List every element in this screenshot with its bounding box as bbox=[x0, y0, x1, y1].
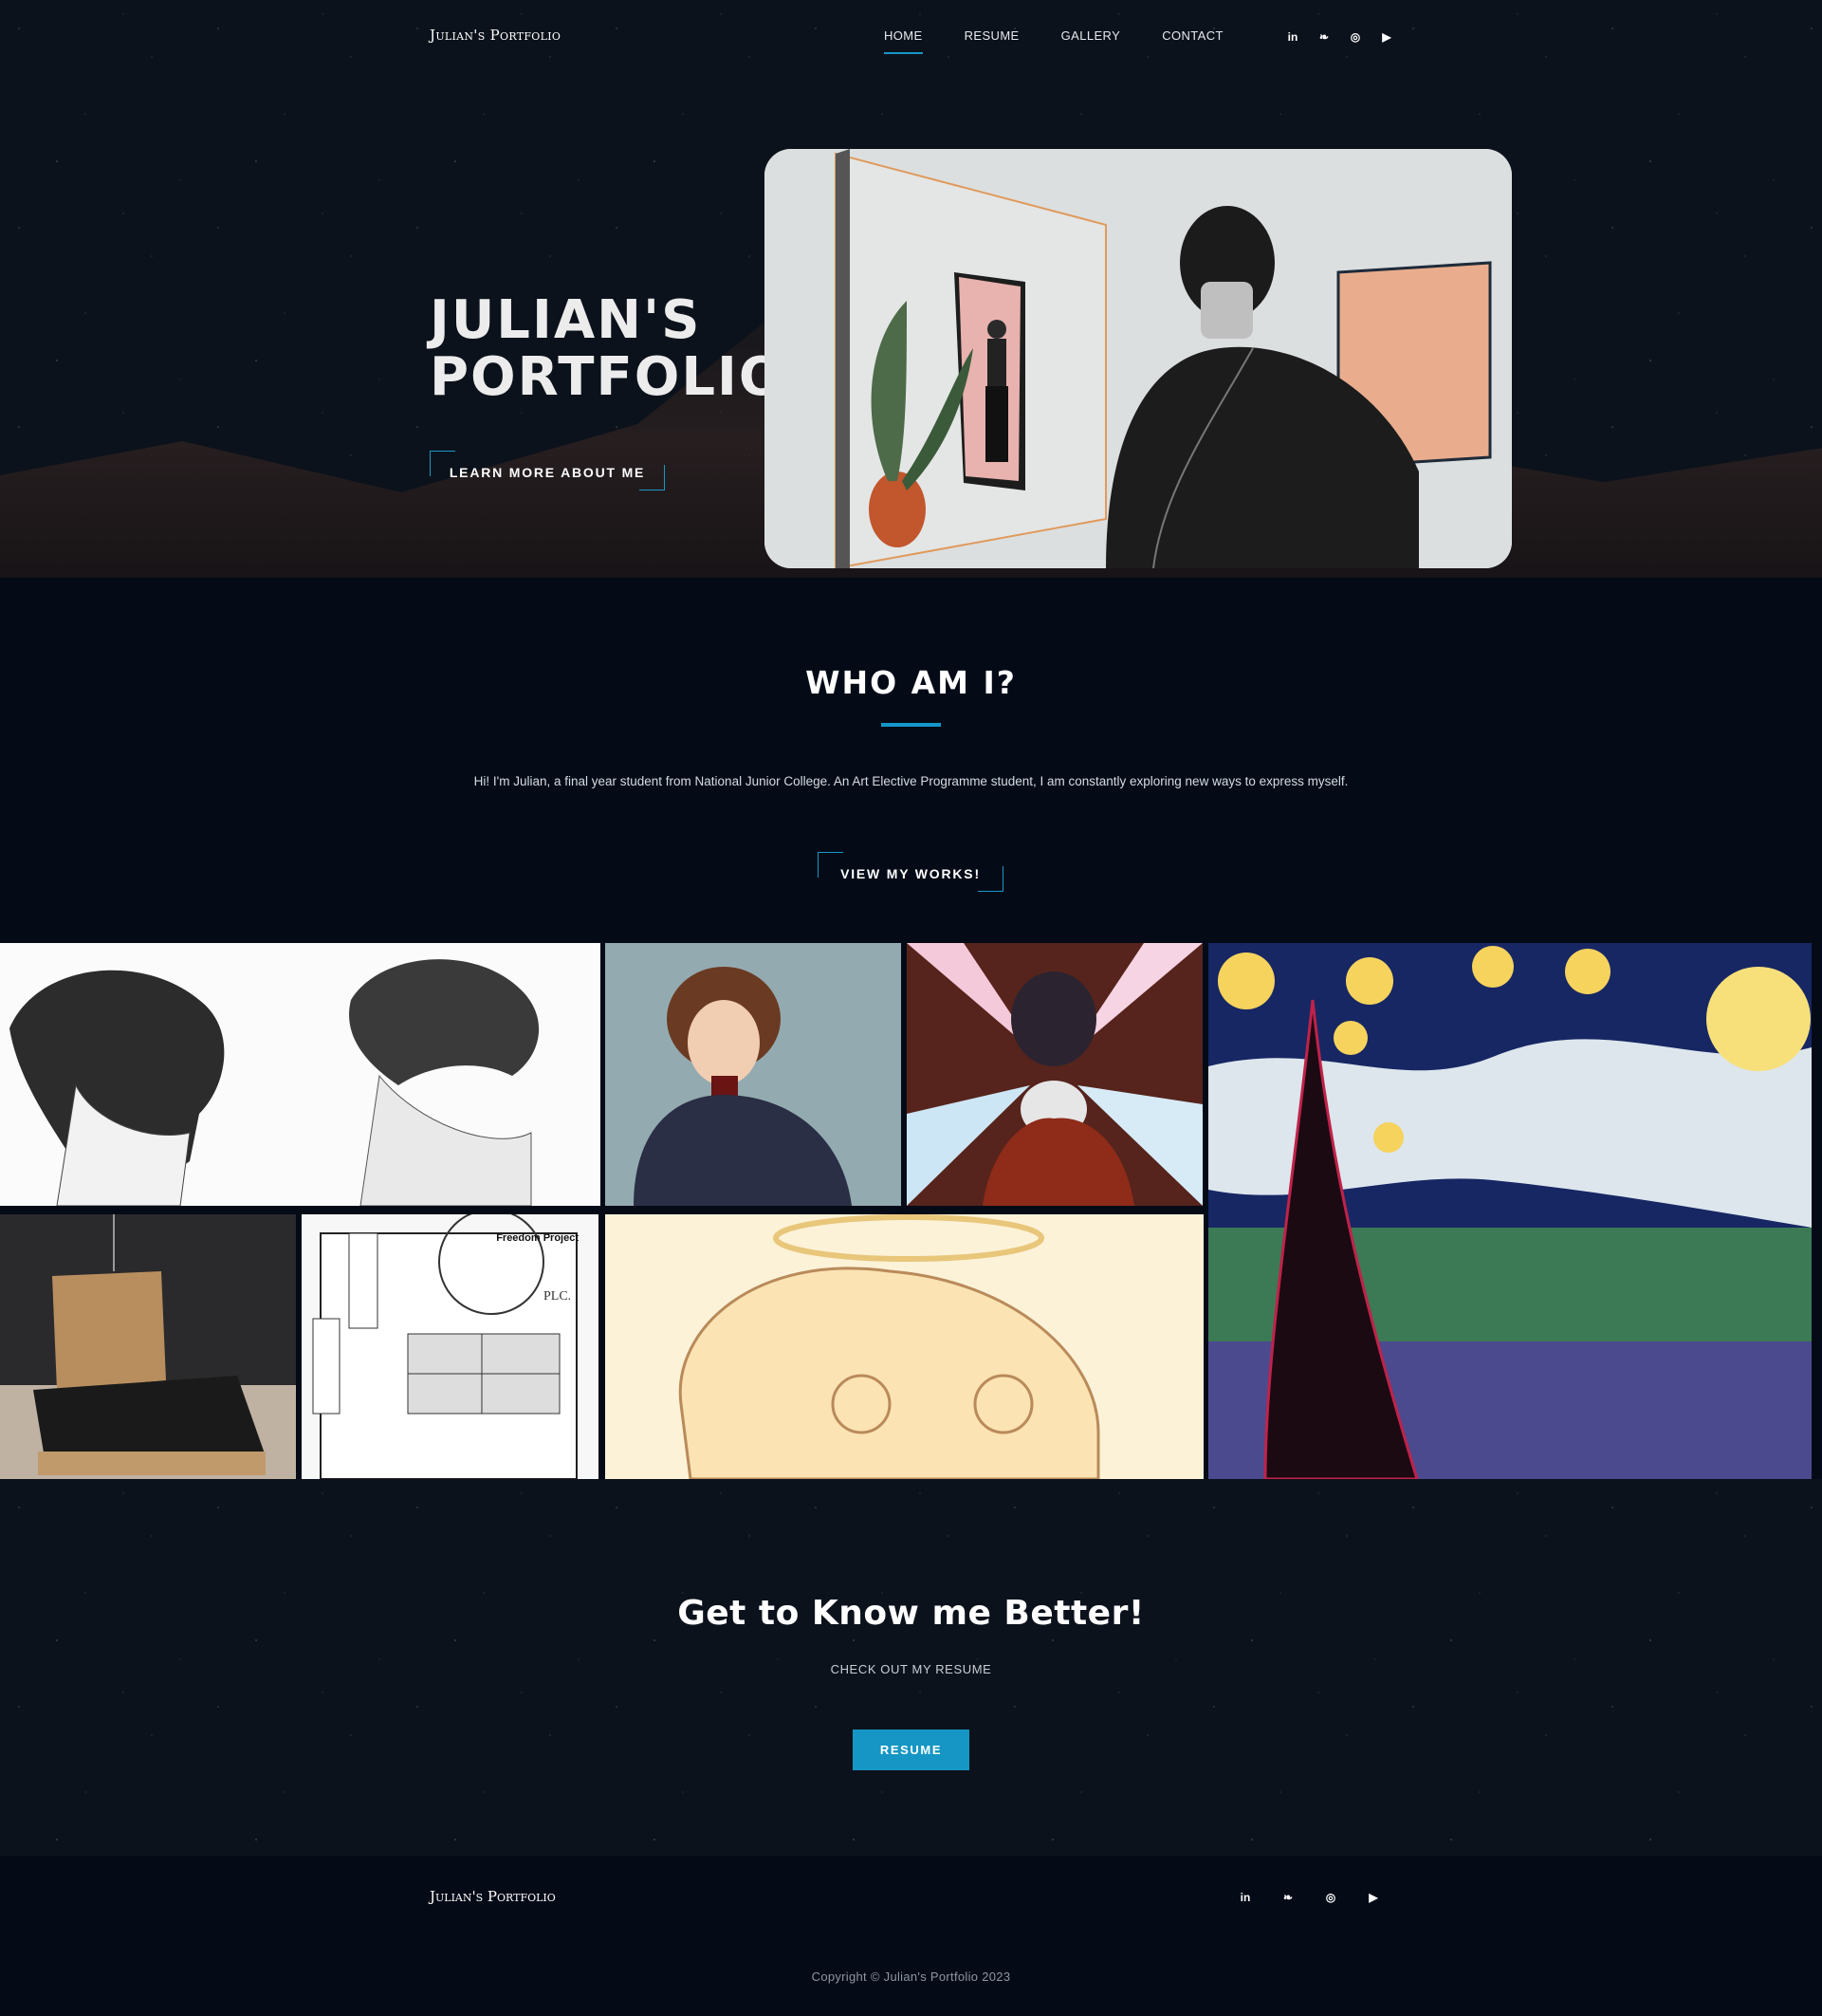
instagram-icon[interactable]: ◎ bbox=[1324, 1891, 1337, 1904]
manga-sign: PLC. bbox=[543, 1289, 571, 1304]
hero-section: Julian's Portfolio HOME RESUME GALLERY C… bbox=[0, 0, 1822, 578]
about-divider bbox=[881, 723, 941, 727]
resume-cta-subtitle: CHECK OUT MY RESUME bbox=[830, 1662, 992, 1676]
learn-more-button[interactable]: LEARN MORE ABOUT ME bbox=[430, 451, 665, 490]
manga-page-label: Freedom Project bbox=[496, 1232, 579, 1244]
hero-title-line1: JULIAN'S bbox=[430, 289, 702, 351]
duo-illustration-art bbox=[907, 943, 1203, 1206]
linkedin-icon[interactable]: in bbox=[1239, 1891, 1252, 1904]
cardboard-chair-art bbox=[0, 1214, 296, 1479]
youtube-icon[interactable]: ▶ bbox=[1367, 1891, 1380, 1904]
nav-contact[interactable]: CONTACT bbox=[1162, 28, 1224, 54]
footer bbox=[0, 1856, 1822, 2016]
gallery-item-starry-night[interactable] bbox=[1208, 943, 1812, 1479]
header-socials: in ❧ ◎ ▶ bbox=[1286, 30, 1393, 44]
linkedin-icon[interactable]: in bbox=[1286, 30, 1299, 44]
sketch-portraits-art bbox=[0, 943, 600, 1206]
angel-sketch-art bbox=[605, 1214, 1204, 1479]
about-title: WHO AM I? bbox=[805, 664, 1017, 701]
kimono-portrait-art bbox=[605, 943, 901, 1206]
gallery-item-manga-page[interactable]: Freedom Project PLC. bbox=[302, 1214, 598, 1479]
copyright-text: Copyright © Julian's Portfolio 2023 bbox=[811, 1970, 1011, 1984]
hero-title: JULIAN'S PORTFOLIO bbox=[430, 292, 785, 406]
instagram-icon[interactable]: ◎ bbox=[1349, 30, 1362, 44]
resume-button[interactable]: RESUME bbox=[853, 1729, 969, 1770]
hero-illustration bbox=[764, 149, 1512, 568]
manga-page-art: Freedom Project PLC. bbox=[302, 1214, 598, 1479]
view-works-button[interactable]: VIEW MY WORKS! bbox=[818, 852, 1003, 892]
gallery-item-cardboard-chair[interactable] bbox=[0, 1214, 296, 1479]
footer-socials: in ❧ ◎ ▶ bbox=[1239, 1891, 1380, 1904]
gallery-item-angel-sketch[interactable] bbox=[605, 1214, 1204, 1479]
about-text: Hi! I'm Julian, a final year student fro… bbox=[473, 774, 1349, 788]
gallery-visitor-illustration bbox=[764, 149, 1512, 568]
twitter-icon[interactable]: ❧ bbox=[1317, 30, 1331, 44]
youtube-icon[interactable]: ▶ bbox=[1380, 30, 1393, 44]
hero-title-line2: PORTFOLIO bbox=[430, 346, 786, 408]
gallery-item-sketch-portraits[interactable] bbox=[0, 943, 600, 1206]
nav-home[interactable]: HOME bbox=[884, 28, 923, 54]
resume-cta-title: Get to Know me Better! bbox=[677, 1594, 1145, 1633]
twitter-icon[interactable]: ❧ bbox=[1281, 1891, 1295, 1904]
main-nav: HOME RESUME GALLERY CONTACT bbox=[884, 28, 1224, 54]
site-brand[interactable]: Julian's Portfolio bbox=[430, 27, 561, 44]
gallery-item-duo-illustration[interactable] bbox=[907, 943, 1203, 1206]
nav-gallery[interactable]: GALLERY bbox=[1061, 28, 1121, 54]
gallery-item-kimono-portrait[interactable] bbox=[605, 943, 901, 1206]
gallery-grid: Freedom Project PLC. bbox=[0, 943, 1822, 1479]
nav-resume[interactable]: RESUME bbox=[965, 28, 1020, 54]
footer-brand[interactable]: Julian's Portfolio bbox=[430, 1888, 556, 1905]
starry-night-art bbox=[1208, 943, 1812, 1479]
